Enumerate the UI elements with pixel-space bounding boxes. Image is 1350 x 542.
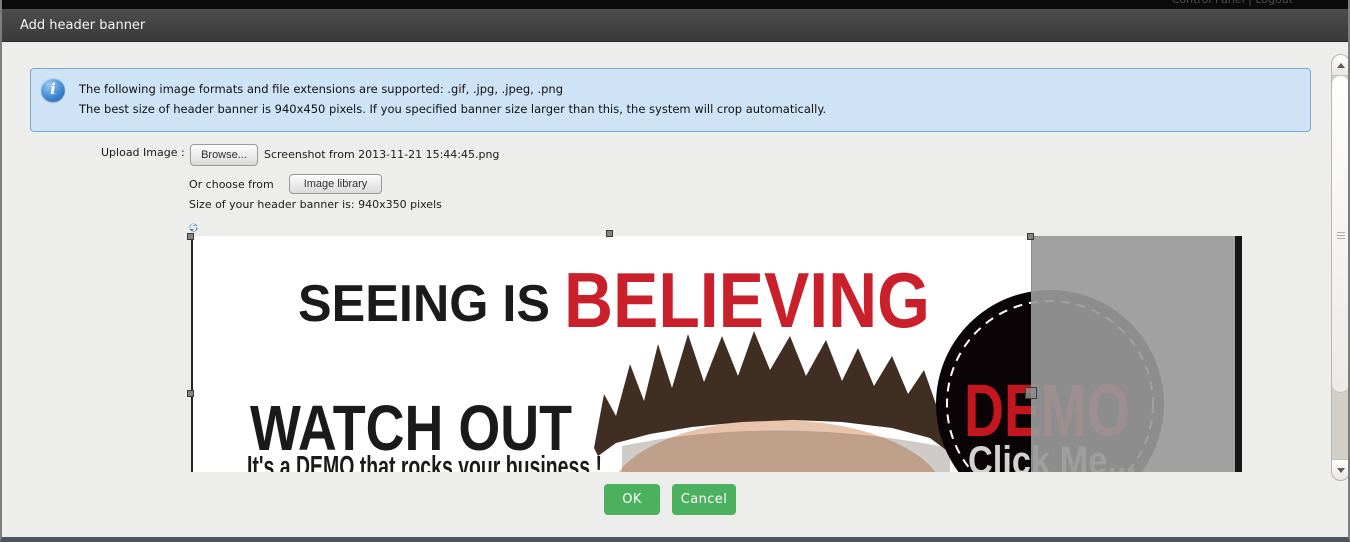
info-text: The following image formats and file ext… bbox=[79, 79, 826, 119]
dialog-titlebar: Add header banner bbox=[2, 9, 1348, 42]
backdrop-links: Control Panel | Logout bbox=[1172, 0, 1293, 6]
crop-left-edge[interactable] bbox=[191, 236, 193, 472]
crop-mask bbox=[1032, 236, 1235, 472]
crop-handle-left-middle[interactable] bbox=[187, 390, 194, 397]
uploaded-filename: Screenshot from 2013-11-21 15:44:45.png bbox=[264, 148, 499, 161]
crop-handle-top-middle[interactable] bbox=[606, 230, 613, 237]
backdrop-topbar: Control Panel | Logout bbox=[2, 0, 1348, 9]
banner-size-label: Size of your header banner is: 940x350 p… bbox=[189, 198, 442, 211]
scroll-up-icon bbox=[1337, 63, 1345, 68]
info-line-2: The best size of header banner is 940x45… bbox=[79, 99, 826, 119]
scrollbar-grip bbox=[1337, 230, 1345, 241]
scrollbar-thumb[interactable] bbox=[1332, 76, 1349, 393]
upload-image-label: Upload Image : bbox=[101, 146, 185, 159]
scrollbar-down-button[interactable] bbox=[1332, 459, 1349, 480]
dialog-title: Add header banner bbox=[20, 18, 145, 33]
banner-crop-area[interactable]: SEEING IS BELIEVING WATCH OUT It's a DEM… bbox=[192, 236, 1242, 472]
banner-text-seeing-is: SEEING IS bbox=[298, 275, 550, 333]
banner-image: SEEING IS BELIEVING WATCH OUT It's a DEM… bbox=[192, 236, 1242, 472]
add-header-banner-dialog: Control Panel | Logout Add header banner… bbox=[0, 0, 1350, 542]
refresh-icon[interactable] bbox=[187, 219, 200, 232]
scrollbar-up-button[interactable] bbox=[1332, 55, 1349, 76]
cancel-button[interactable]: Cancel bbox=[672, 484, 736, 515]
banner-text-tagline: It's a DEMO that rocks your business ! bbox=[247, 451, 602, 472]
info-icon: i bbox=[41, 78, 65, 102]
or-choose-from-label: Or choose from bbox=[189, 178, 274, 191]
banner-text-believing: BELIEVING bbox=[564, 256, 930, 344]
crop-handle-top-left[interactable] bbox=[187, 233, 194, 240]
info-line-1: The following image formats and file ext… bbox=[79, 79, 826, 99]
crop-handle-top-right[interactable] bbox=[1027, 233, 1034, 240]
info-box: i The following image formats and file e… bbox=[30, 68, 1311, 132]
ok-button[interactable]: OK bbox=[604, 484, 660, 515]
crop-right-guide[interactable] bbox=[1031, 237, 1032, 472]
scroll-down-icon bbox=[1337, 468, 1345, 473]
image-library-button[interactable]: Image library bbox=[289, 174, 382, 194]
crop-handle-right-middle[interactable] bbox=[1025, 387, 1037, 399]
browse-button[interactable]: Browse... bbox=[190, 144, 258, 166]
image-right-edge bbox=[1235, 236, 1242, 472]
vertical-scrollbar[interactable] bbox=[1331, 54, 1350, 481]
